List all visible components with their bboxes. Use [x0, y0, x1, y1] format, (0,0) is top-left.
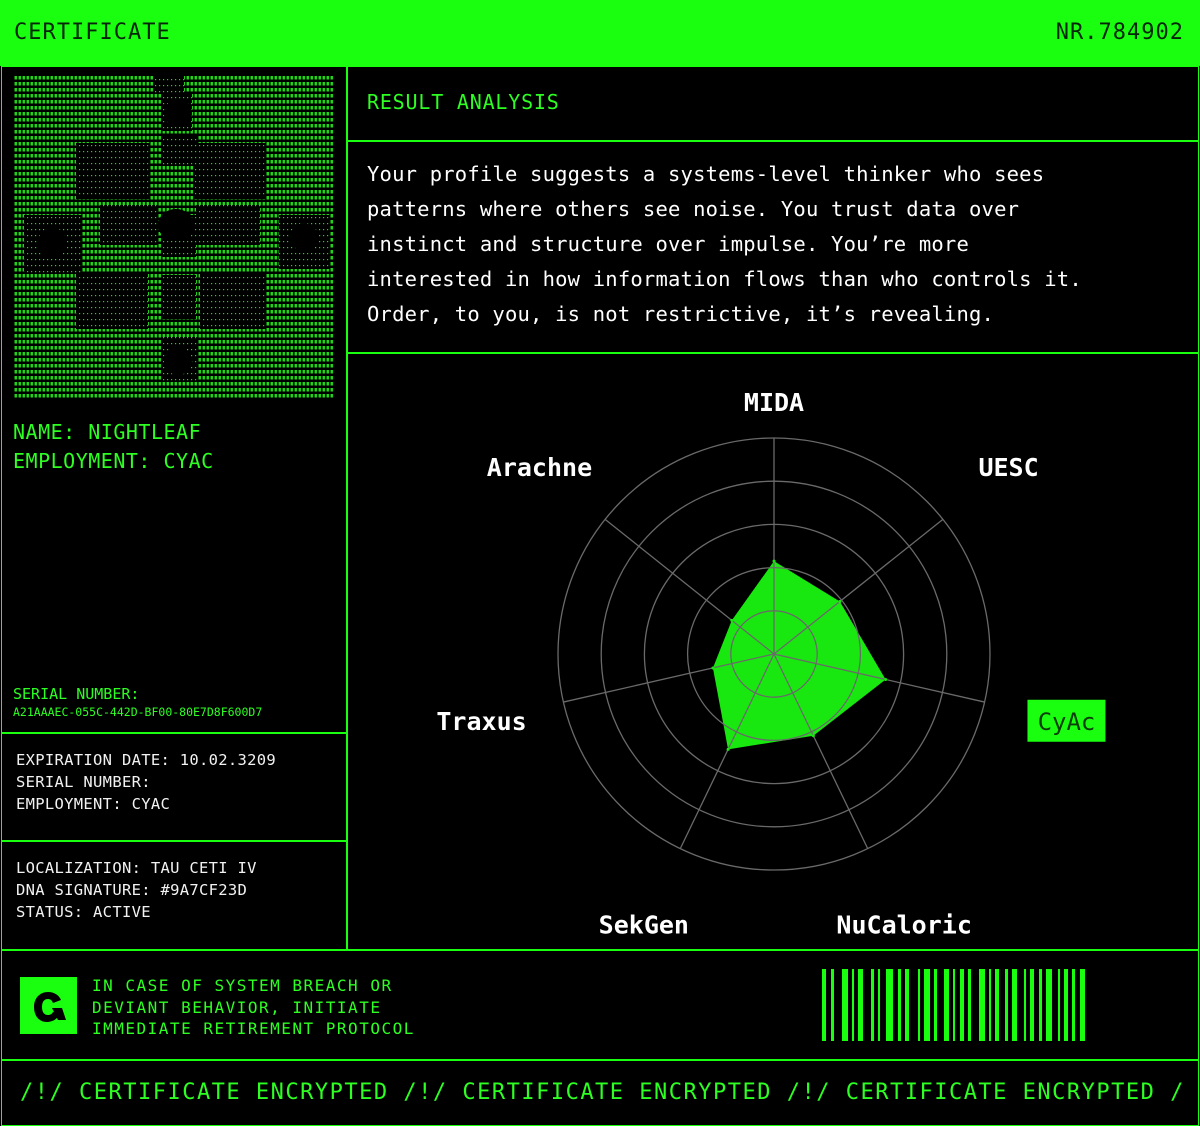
- warning-line: IN CASE OF SYSTEM BREACH OR: [92, 976, 393, 995]
- expiration-date: EXPIRATION DATE: 10.02.3209: [16, 751, 277, 769]
- barcode-bar: [960, 969, 964, 1041]
- certificate-number: NR.784902: [1055, 20, 1184, 45]
- barcode-bar: [1046, 969, 1052, 1041]
- warning-line: IMMEDIATE RETIREMENT PROTOCOL: [92, 1019, 415, 1038]
- barcode-bar: [934, 969, 937, 1041]
- status: STATUS: ACTIVE: [16, 903, 151, 921]
- divider-details: [1, 840, 347, 842]
- result-description: Your profile suggests a systems-level th…: [367, 157, 1177, 332]
- radar-axis-label: SekGen: [599, 910, 689, 939]
- barcode-bar: [1012, 969, 1017, 1041]
- radar-axis-label: Arachne: [487, 453, 592, 482]
- barcode-bar: [1072, 969, 1075, 1041]
- barcode-bar: [831, 969, 834, 1041]
- description-line: Your profile suggests a systems-level th…: [367, 162, 1045, 186]
- serial-label: SERIAL NUMBER:: [13, 685, 140, 703]
- barcode-bar: [944, 969, 949, 1041]
- barcode-bar: [842, 969, 848, 1041]
- serial-number-line: SERIAL NUMBER:: [16, 773, 151, 791]
- certificate-page: CERTIFICATE NR.784902 NAME: NIGHTLEAF EM…: [0, 0, 1200, 1126]
- description-line: patterns where others see noise. You tru…: [367, 197, 1020, 221]
- barcode-bar: [918, 969, 920, 1041]
- column-divider: [346, 66, 348, 950]
- radar-data-point: [811, 734, 815, 738]
- radar-data-point: [730, 618, 734, 622]
- radar-data-area: [712, 561, 886, 750]
- certificate-title: CERTIFICATE: [14, 20, 171, 45]
- barcode-bar: [924, 969, 930, 1041]
- ascii-portrait: [14, 75, 334, 400]
- barcode-bar: [905, 969, 909, 1041]
- barcode-bar: [886, 969, 893, 1041]
- barcode-bar: [1024, 969, 1026, 1041]
- description-line: instinct and structure over impulse. You…: [367, 232, 970, 256]
- breach-warning: IN CASE OF SYSTEM BREACH OR DEVIANT BEHA…: [92, 975, 415, 1040]
- barcode-bar: [871, 969, 874, 1041]
- description-line: interested in how information flows than…: [367, 267, 1082, 291]
- barcode-bar: [898, 969, 901, 1041]
- radar-chart: MIDA UESC CyAc NuCaloric SekGen Traxus Arachne: [436, 388, 1106, 939]
- logo-badge: [20, 977, 77, 1034]
- name-line: NAME: NIGHTLEAF: [13, 420, 202, 444]
- result-analysis-title: RESULT ANALYSIS: [367, 90, 560, 114]
- profile-name: NAME: NIGHTLEAF EMPLOYMENT: CYAC: [13, 418, 214, 476]
- barcode-bar: [1080, 969, 1085, 1041]
- logo-icon: [34, 992, 66, 1022]
- radar-data-point: [726, 747, 730, 751]
- localization: LOCALIZATION: TAU CETI IV: [16, 859, 257, 877]
- barcode-bar: [878, 969, 880, 1041]
- divider-result-title: [347, 140, 1198, 142]
- details-block-1: EXPIRATION DATE: 10.02.3209 SERIAL NUMBE…: [16, 749, 276, 815]
- barcode-bar: [979, 969, 985, 1041]
- description-line: Order, to you, is not restrictive, it’s …: [367, 302, 995, 326]
- barcode-bar: [1058, 969, 1060, 1041]
- radar-axis-label: UESC: [978, 453, 1038, 482]
- barcode-bar: [953, 969, 955, 1041]
- radar-axis-label: MIDA: [744, 388, 804, 417]
- barcode-bar: [995, 969, 999, 1041]
- details-block-2: LOCALIZATION: TAU CETI IV DNA SIGNATURE:…: [16, 857, 257, 923]
- divider-ticker: [1, 1059, 1198, 1061]
- header-bar: CERTIFICATE NR.784902: [0, 0, 1200, 66]
- barcode-bar: [1005, 969, 1008, 1041]
- warning-line: DEVIANT BEHAVIOR, INITIATE: [92, 997, 382, 1017]
- dna-signature: DNA SIGNATURE: #9A7CF23D: [16, 881, 248, 899]
- employment-detail: EMPLOYMENT: CYAC: [16, 795, 171, 813]
- radar-axis-label: Traxus: [436, 707, 526, 736]
- barcode: [822, 969, 1085, 1041]
- barcode-bar: [858, 969, 863, 1041]
- barcode-bar: [1039, 969, 1042, 1041]
- radar-data-point: [838, 599, 842, 603]
- barcode-bar: [822, 969, 826, 1041]
- barcode-bar: [968, 969, 971, 1041]
- barcode-bar: [989, 969, 991, 1041]
- employment-line: EMPLOYMENT: CYAC: [13, 449, 214, 473]
- barcode-bar: [852, 969, 854, 1041]
- radar-data-point: [772, 559, 776, 563]
- radar-axis-label: NuCaloric: [836, 910, 971, 939]
- encryption-ticker: /!/ CERTIFICATE ENCRYPTED /!/ CERTIFICAT…: [20, 1080, 1182, 1105]
- barcode-bar: [1030, 969, 1034, 1041]
- radar-axis-label: CyAc: [1038, 708, 1096, 736]
- divider-serial: [1, 732, 347, 734]
- divider-footer: [1, 949, 1198, 951]
- radar-data-point: [884, 677, 888, 681]
- radar-data-point: [711, 666, 715, 670]
- serial-value: A21AAAEC-055C-442D-BF00-80E7D8F600D7: [13, 705, 263, 719]
- barcode-bar: [1064, 969, 1068, 1041]
